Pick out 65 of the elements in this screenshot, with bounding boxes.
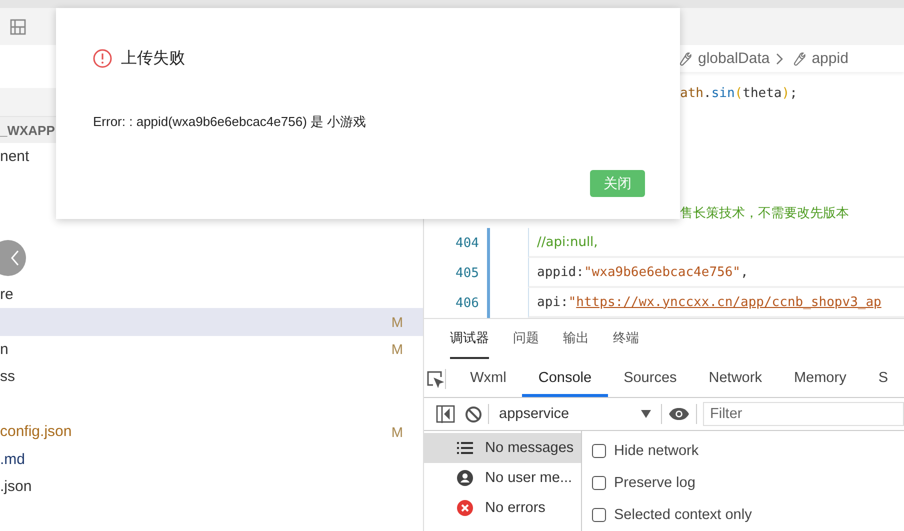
warning-icon [93, 49, 112, 68]
filter-field[interactable]: Filter [703, 402, 904, 426]
filter-label: No user me... [485, 470, 572, 486]
file-row[interactable]: ss [0, 363, 423, 390]
status-label: M [391, 314, 403, 330]
code-line: //api:null, [537, 234, 598, 250]
list-icon [457, 442, 473, 454]
code-line: api:"https://wx.ynccxx.cn/app/ccnb_shopv3_ap [537, 294, 882, 310]
file-name: ss [0, 368, 15, 386]
message-filter[interactable]: No user me... [424, 463, 581, 493]
panel-tab[interactable]: 调试器 [450, 319, 489, 359]
caret-icon [641, 410, 651, 418]
code-line: appid:"wxa9b6e6ebcac4e756", [537, 264, 748, 280]
checkbox[interactable] [592, 444, 606, 458]
status-label: M [391, 341, 403, 358]
breadcrumb-item[interactable]: appid [812, 50, 848, 67]
devtools-tab[interactable]: Memory [778, 361, 862, 397]
filter-label: No messages [485, 440, 574, 456]
checkbox[interactable] [592, 476, 606, 490]
error-message: Error: : appid(wxa9b6e6ebcac4e756) 是 小游戏 [93, 113, 368, 131]
sidebar-icon[interactable] [436, 405, 455, 423]
option-label: Hide network [614, 443, 699, 459]
back-icon [10, 250, 20, 266]
message-filter[interactable]: No messages [424, 433, 581, 463]
panel-tab[interactable]: 问题 [513, 319, 539, 359]
line-number: 405 [424, 258, 490, 288]
option-label: Preserve log [614, 475, 696, 491]
file-row[interactable]: .md [0, 446, 423, 473]
back-button[interactable] [0, 240, 26, 276]
devtools-tab[interactable]: Console [522, 361, 608, 397]
line-number: 406 [424, 288, 490, 318]
inspect-icon[interactable] [426, 370, 444, 388]
file-row[interactable]: .json [0, 473, 423, 500]
file-name: nent [0, 148, 30, 166]
checkbox[interactable] [592, 508, 606, 522]
code-line: ath.sin(theta); [680, 86, 798, 100]
devtools-tab[interactable]: Network [692, 361, 778, 397]
clear-icon[interactable] [465, 406, 482, 422]
filter-label: No errors [485, 500, 546, 516]
file-name: .json [0, 478, 32, 496]
breadcrumb-item[interactable]: globalData [698, 50, 770, 67]
message-filter[interactable]: No errors [424, 493, 581, 523]
file-row[interactable]: config.json M [0, 418, 423, 446]
file-row[interactable]: n M [0, 336, 423, 363]
panel-tab[interactable]: 终端 [613, 319, 639, 359]
chevron-icon [776, 52, 784, 64]
user-icon [457, 470, 473, 486]
file-name: config.json [0, 423, 72, 440]
layout-icon[interactable] [10, 18, 26, 34]
file-name: re [0, 286, 14, 303]
devtools-tab[interactable]: Sources [608, 361, 693, 397]
context-dropdown[interactable]: appservice [495, 406, 655, 422]
file-name: .md [0, 450, 26, 468]
file-name: n [0, 340, 8, 358]
eye-icon[interactable] [668, 407, 690, 421]
error-icon [457, 500, 473, 516]
file-row[interactable]: re [0, 280, 423, 308]
devtools-tab[interactable]: S [862, 361, 904, 397]
devtools-tab[interactable]: Wxml [454, 361, 522, 397]
panel-tab[interactable]: 输出 [563, 319, 589, 359]
code-line: 售长策技术，不需要改先版本 [680, 205, 849, 222]
line-number: 404 [424, 228, 490, 258]
status-label: M [391, 424, 403, 440]
dialog-title: 上传失败 [121, 48, 185, 69]
option-label: Selected context only [614, 507, 752, 523]
